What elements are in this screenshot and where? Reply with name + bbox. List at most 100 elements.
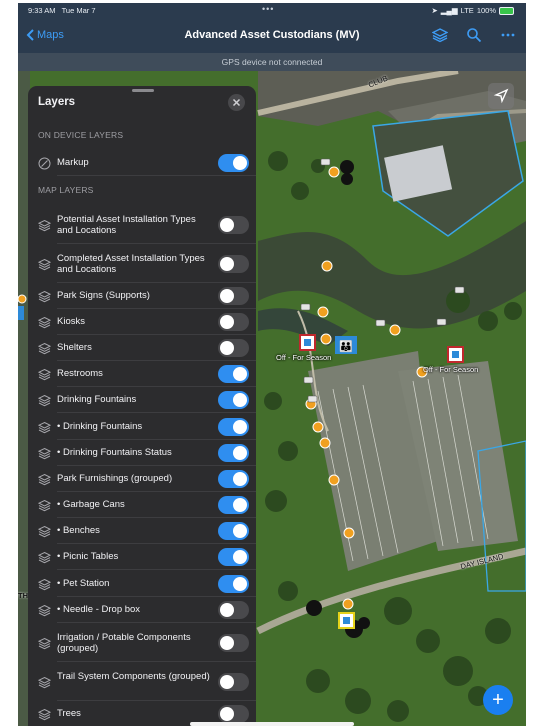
layer-visibility-toggle[interactable]	[218, 216, 249, 234]
row-divider	[57, 243, 256, 244]
layer-visibility-toggle[interactable]	[218, 496, 249, 514]
toggle-knob	[220, 707, 234, 721]
layer-visibility-toggle[interactable]	[218, 548, 249, 566]
more-icon[interactable]	[500, 27, 516, 43]
toggle-knob	[220, 218, 234, 232]
layer-row[interactable]: Restrooms	[28, 361, 256, 387]
layer-visibility-toggle[interactable]	[218, 673, 249, 691]
layer-row[interactable]: Potential Asset Installation Types and L…	[28, 206, 256, 244]
locate-button[interactable]	[488, 83, 514, 109]
layer-visibility-toggle[interactable]	[218, 601, 249, 619]
layer-row[interactable]: • Picnic Tables	[28, 544, 256, 570]
layer-row[interactable]: • Drinking Fountains Status	[28, 440, 256, 466]
layer-visibility-toggle[interactable]	[218, 391, 249, 409]
layer-row[interactable]: • Benches	[28, 518, 256, 544]
row-divider	[57, 569, 256, 570]
layer-visibility-toggle[interactable]	[218, 313, 249, 331]
toggle-knob	[233, 446, 247, 460]
stack-icon	[37, 342, 52, 355]
layer-label: Completed Asset Installation Types and L…	[57, 252, 205, 276]
layer-row[interactable]: Completed Asset Installation Types and L…	[28, 245, 256, 283]
svg-text:👪: 👪	[339, 340, 353, 353]
layer-label: Potential Asset Installation Types and L…	[57, 213, 196, 237]
layer-row[interactable]: • Needle - Drop box	[28, 597, 256, 623]
fountain-status-label: Off - For Season	[276, 353, 332, 362]
carrier-text: LTE	[460, 6, 474, 15]
layer-row[interactable]: Park Signs (Supports)	[28, 283, 256, 309]
battery-icon	[499, 6, 514, 15]
stack-icon	[37, 637, 52, 650]
layer-row[interactable]: Park Furnishings (grouped)	[28, 466, 256, 492]
stack-icon	[37, 525, 52, 538]
layer-visibility-toggle[interactable]	[218, 522, 249, 540]
layer-visibility-toggle[interactable]	[218, 705, 249, 723]
layer-label: Drinking Fountains	[57, 394, 137, 405]
layer-visibility-toggle[interactable]	[218, 418, 249, 436]
stack-icon	[37, 258, 52, 271]
close-button[interactable]	[228, 94, 245, 111]
layer-visibility-toggle[interactable]	[218, 339, 249, 357]
toggle-knob	[233, 393, 247, 407]
status-indicators: ➤ ▂▄▆ LTE 100%	[431, 6, 514, 15]
layer-visibility-toggle[interactable]	[218, 575, 249, 593]
layer-visibility-toggle[interactable]	[218, 470, 249, 488]
locate-icon	[493, 88, 509, 104]
layers-panel: Layers ON DEVICE LAYERS MAP LAYERS Marku…	[28, 86, 256, 726]
layer-visibility-toggle[interactable]	[218, 444, 249, 462]
panel-grabber[interactable]	[132, 89, 154, 92]
layer-label: Park Furnishings (grouped)	[57, 473, 173, 484]
toggle-knob	[233, 156, 247, 170]
add-button[interactable]: +	[483, 685, 513, 715]
stack-icon	[37, 219, 52, 232]
row-divider	[57, 175, 256, 176]
row-divider	[57, 412, 256, 413]
layer-label: • Drinking Fountains Status	[57, 447, 172, 458]
stack-icon	[37, 676, 52, 689]
search-icon[interactable]	[466, 27, 482, 43]
layer-row[interactable]: • Garbage Cans	[28, 492, 256, 518]
toggle-knob	[220, 257, 234, 271]
stack-icon	[37, 316, 52, 329]
toggle-knob	[233, 550, 247, 564]
stack-icon	[37, 551, 52, 564]
toggle-knob	[220, 675, 234, 689]
device-screen: 9:33 AM Tue Mar 7 ••• ➤ ▂▄▆ LTE 100% Map…	[18, 3, 526, 726]
stack-icon	[37, 499, 52, 512]
row-divider	[57, 661, 256, 662]
layer-row[interactable]: • Pet Station	[28, 571, 256, 597]
multitask-dots[interactable]: •••	[262, 4, 274, 14]
layer-label: Kiosks	[57, 316, 85, 327]
layer-row[interactable]: Markup	[28, 150, 256, 176]
section-header-map-layers: MAP LAYERS	[38, 185, 94, 195]
layer-label: • Drinking Fountains	[57, 421, 143, 432]
layer-row[interactable]: • Drinking Fountains	[28, 414, 256, 440]
toggle-knob	[220, 315, 234, 329]
layer-row[interactable]: Shelters	[28, 335, 256, 361]
layer-row[interactable]: Trail System Components (grouped)	[28, 663, 256, 701]
stack-icon	[37, 290, 52, 303]
layer-row[interactable]: Irrigation / Potable Components (grouped…	[28, 624, 256, 662]
stack-icon	[37, 368, 52, 381]
layers-icon[interactable]	[432, 27, 448, 43]
layer-visibility-toggle[interactable]	[218, 634, 249, 652]
layer-visibility-toggle[interactable]	[218, 154, 249, 172]
layer-label: Markup	[57, 157, 89, 168]
signal-icon: ▂▄▆	[440, 6, 458, 15]
layer-label: Trees	[57, 708, 81, 719]
layer-label: Trail System Components (grouped)	[57, 670, 210, 682]
layer-visibility-toggle[interactable]	[218, 365, 249, 383]
layer-label: Restrooms	[57, 368, 103, 379]
layer-label: • Garbage Cans	[57, 499, 125, 510]
status-date-text: Tue Mar 7	[61, 6, 96, 15]
panel-title: Layers	[38, 96, 76, 108]
home-indicator[interactable]	[190, 722, 354, 726]
layer-row[interactable]: Drinking Fountains	[28, 387, 256, 413]
stack-icon	[37, 421, 52, 434]
stack-icon	[37, 708, 52, 721]
toggle-knob	[233, 498, 247, 512]
layer-visibility-toggle[interactable]	[218, 255, 249, 273]
nav-bar: Maps Advanced Asset Custodians (MV)	[18, 18, 526, 53]
layer-row[interactable]: Kiosks	[28, 309, 256, 335]
layer-visibility-toggle[interactable]	[218, 287, 249, 305]
stack-icon	[37, 604, 52, 617]
